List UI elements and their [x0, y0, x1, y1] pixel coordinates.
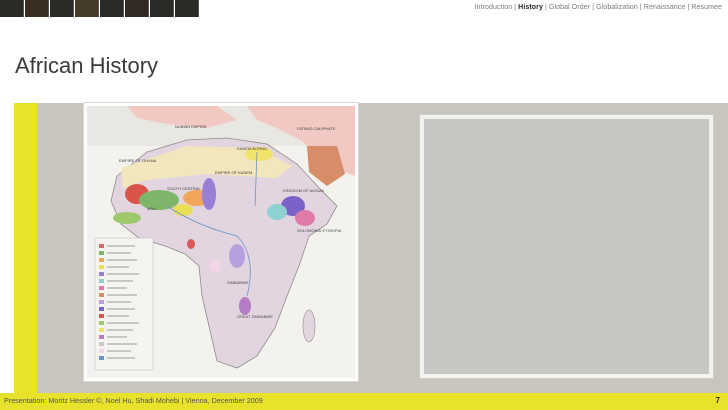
thumbnail: [100, 0, 124, 17]
africa-map-image: NUBIAN EMPIRE FATIMID CALIPHATE EMPIRE O…: [84, 103, 358, 381]
map-label: MALI: [147, 206, 156, 211]
top-navigation: Introduction | History | Global Order | Global…: [474, 4, 722, 11]
map-label: NUBIAN EMPIRE: [175, 124, 207, 129]
thumbnail-strip: [0, 0, 199, 17]
nav-globalization[interactable]: Globalization: [596, 4, 638, 11]
nav-separator: |: [514, 4, 517, 11]
page-number: 7: [715, 396, 720, 405]
map-label: KINGDOM OF AKSUM: [283, 188, 324, 193]
map-label: SOUTH CENTRAL: [167, 186, 202, 191]
nav-history[interactable]: History: [518, 4, 543, 11]
thumbnail: [25, 0, 49, 17]
map-label: ZIMBABWE: [227, 280, 249, 285]
thumbnail: [75, 0, 99, 17]
nav-separator: |: [687, 4, 690, 11]
blank-image-frame: [420, 115, 713, 378]
map-label: EMPIRE OF GHANA: [119, 158, 157, 163]
map-label: EMPIRE OF KANEM: [215, 170, 252, 175]
thumbnail: [0, 0, 24, 17]
thumbnail: [125, 0, 149, 17]
slide-title: African History: [15, 53, 159, 78]
footer-credits: Presentation: Moritz Hessler ©, Noel Hu,…: [4, 396, 263, 405]
map-label: GREAT ZIMBABWE: [237, 314, 273, 319]
map-label: FATIMID CALIPHATE: [297, 126, 336, 131]
nav-separator: |: [545, 4, 547, 11]
africa-map: NUBIAN EMPIRE FATIMID CALIPHATE EMPIRE O…: [87, 106, 355, 378]
footer-bar: Presentation: Moritz Hessler ©, Noel Hu,…: [0, 393, 728, 410]
accent-stripe: [14, 103, 37, 393]
thumbnail: [150, 0, 174, 17]
nav-separator: |: [592, 4, 595, 11]
map-label: SOLOMONID ETHIOPIA: [297, 228, 342, 233]
thumbnail: [50, 0, 74, 17]
nav-global-order[interactable]: Global Order: [549, 4, 590, 11]
map-label: KANEM-BORNU: [237, 146, 267, 151]
nav-renaissance[interactable]: Renaissance: [644, 4, 686, 11]
nav-introduction[interactable]: Introduction: [474, 4, 512, 11]
thumbnail: [175, 0, 199, 17]
nav-separator: |: [639, 4, 642, 11]
nav-resumee[interactable]: Resumee: [691, 4, 722, 11]
